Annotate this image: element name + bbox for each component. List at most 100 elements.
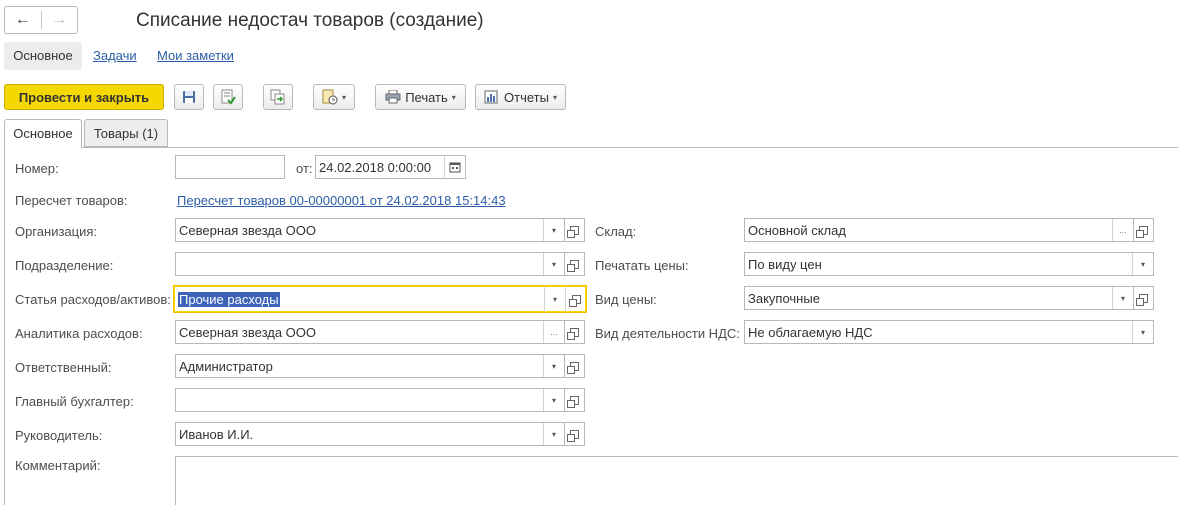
number-label: Номер: xyxy=(15,161,59,176)
form-tab-goods[interactable]: Товары (1) xyxy=(84,119,168,147)
open-icon xyxy=(567,429,579,442)
open-expense-item-button[interactable] xyxy=(565,286,586,312)
forward-button[interactable]: → xyxy=(42,7,78,33)
open-icon xyxy=(567,225,579,238)
dropdown-button[interactable]: ▾ xyxy=(1112,287,1133,309)
calendar-icon xyxy=(449,162,461,173)
department-label: Подразделение: xyxy=(15,258,114,273)
form-tab-main[interactable]: Основное xyxy=(4,119,82,148)
dropdown-button[interactable]: ▾ xyxy=(1132,253,1153,275)
chevron-down-icon: ▾ xyxy=(551,429,556,439)
chevron-down-icon: ▾ xyxy=(551,361,556,371)
more-actions-button[interactable]: ▾ xyxy=(313,84,355,110)
open-department-button[interactable] xyxy=(565,252,585,276)
post-and-close-button[interactable]: Провести и закрыть xyxy=(4,84,164,110)
window-title: Списание недостач товаров (создание) xyxy=(136,10,484,31)
open-manager-button[interactable] xyxy=(565,422,585,446)
tab-panel-border-left xyxy=(4,147,5,505)
organization-value: Северная звезда ООО xyxy=(179,222,317,238)
dropdown-button[interactable]: ▾ xyxy=(544,286,565,312)
post-document-icon xyxy=(221,89,236,105)
calendar-button[interactable] xyxy=(444,156,465,178)
document-clock-icon xyxy=(322,89,338,105)
chevron-down-icon: ▾ xyxy=(551,259,556,269)
dropdown-button[interactable]: ▾ xyxy=(543,253,564,275)
dropdown-button[interactable]: ▾ xyxy=(543,389,564,411)
price-type-field[interactable]: Закупочные ▾ xyxy=(744,286,1134,310)
open-icon xyxy=(567,259,579,272)
post-button[interactable] xyxy=(213,84,243,110)
recount-label: Пересчет товаров: xyxy=(15,193,128,208)
warehouse-label: Склад: xyxy=(595,224,637,239)
open-icon xyxy=(567,361,579,374)
expense-item-label: Статья расходов/активов: xyxy=(15,292,171,307)
ellipsis-icon: … xyxy=(1119,225,1127,235)
dropdown-button[interactable]: ▾ xyxy=(543,355,564,377)
arrow-right-icon: → xyxy=(51,11,68,28)
chevron-down-icon: ▾ xyxy=(552,294,557,304)
dropdown-button[interactable]: ▾ xyxy=(543,219,564,241)
open-expense-analytics-button[interactable] xyxy=(565,320,585,344)
warehouse-value: Основной склад xyxy=(748,222,846,238)
report-icon xyxy=(484,90,498,104)
open-icon xyxy=(1136,293,1148,306)
manager-label: Руководитель: xyxy=(15,428,103,443)
open-organization-button[interactable] xyxy=(565,218,585,242)
warehouse-field[interactable]: Основной склад … xyxy=(744,218,1134,242)
print-prices-select[interactable]: По виду цен ▾ xyxy=(744,252,1154,276)
print-button[interactable]: Печать ▾ xyxy=(375,84,466,110)
floppy-disk-icon xyxy=(183,91,195,103)
create-based-on-button[interactable] xyxy=(263,84,293,110)
open-icon xyxy=(1136,225,1148,238)
manager-value: Иванов И.И. xyxy=(179,426,254,442)
select-button[interactable]: … xyxy=(1112,219,1133,241)
expense-item-field[interactable]: Прочие расходы ▾ xyxy=(173,285,587,313)
manager-field[interactable]: Иванов И.И. ▾ xyxy=(175,422,565,446)
chief-accountant-field[interactable]: ▾ xyxy=(175,388,565,412)
dropdown-button[interactable]: ▾ xyxy=(1132,321,1153,343)
print-button-label: Печать xyxy=(405,89,448,105)
top-tab-notes-label[interactable]: Мои заметки xyxy=(157,48,234,63)
expense-analytics-label: Аналитика расходов: xyxy=(15,326,143,341)
chevron-down-icon: ▾ xyxy=(341,92,346,102)
expense-item-value-wrap: Прочие расходы xyxy=(174,291,544,307)
open-warehouse-button[interactable] xyxy=(1134,218,1154,242)
chevron-down-icon: ▾ xyxy=(1120,293,1125,303)
open-chief-accountant-button[interactable] xyxy=(565,388,585,412)
arrow-left-icon: ← xyxy=(14,11,31,28)
expense-analytics-field[interactable]: Северная звезда ООО … xyxy=(175,320,565,344)
reports-button[interactable]: Отчеты ▾ xyxy=(475,84,566,110)
price-type-value: Закупочные xyxy=(748,290,820,306)
department-field[interactable]: ▾ xyxy=(175,252,565,276)
expense-analytics-value: Северная звезда ООО xyxy=(179,324,317,340)
organization-label: Организация: xyxy=(15,224,98,239)
vat-activity-label: Вид деятельности НДС: xyxy=(595,326,740,341)
save-button[interactable] xyxy=(174,84,204,110)
ellipsis-icon: … xyxy=(550,327,558,337)
print-prices-value: По виду цен xyxy=(748,256,822,272)
date-input[interactable]: 24.02.2018 0:00:00 xyxy=(315,155,466,179)
vat-activity-value: Не облагаемую НДС xyxy=(748,324,873,340)
dropdown-button[interactable]: ▾ xyxy=(543,423,564,445)
open-price-type-button[interactable] xyxy=(1134,286,1154,310)
responsible-label: Ответственный: xyxy=(15,360,112,375)
print-prices-label: Печатать цены: xyxy=(595,258,689,273)
select-button[interactable]: … xyxy=(543,321,564,343)
open-responsible-button[interactable] xyxy=(565,354,585,378)
history-nav: ← → xyxy=(4,6,78,34)
number-input[interactable] xyxy=(175,155,285,179)
back-button[interactable]: ← xyxy=(5,7,41,33)
recount-link[interactable]: Пересчет товаров 00-00000001 от 24.02.20… xyxy=(177,193,506,208)
top-tab-tasks-label[interactable]: Задачи xyxy=(93,48,137,63)
comment-textarea[interactable] xyxy=(175,456,1178,505)
organization-field[interactable]: Северная звезда ООО ▾ xyxy=(175,218,565,242)
date-label: от: xyxy=(296,161,313,176)
top-tab-tasks[interactable]: Задачи xyxy=(93,42,137,70)
responsible-field[interactable]: Администратор ▾ xyxy=(175,354,565,378)
top-tab-notes[interactable]: Мои заметки xyxy=(157,42,234,70)
chevron-down-icon: ▾ xyxy=(551,395,556,405)
price-type-label: Вид цены: xyxy=(595,292,657,307)
chief-accountant-label: Главный бухгалтер: xyxy=(15,394,134,409)
top-tab-main[interactable]: Основное xyxy=(4,42,82,70)
vat-activity-select[interactable]: Не облагаемую НДС ▾ xyxy=(744,320,1154,344)
